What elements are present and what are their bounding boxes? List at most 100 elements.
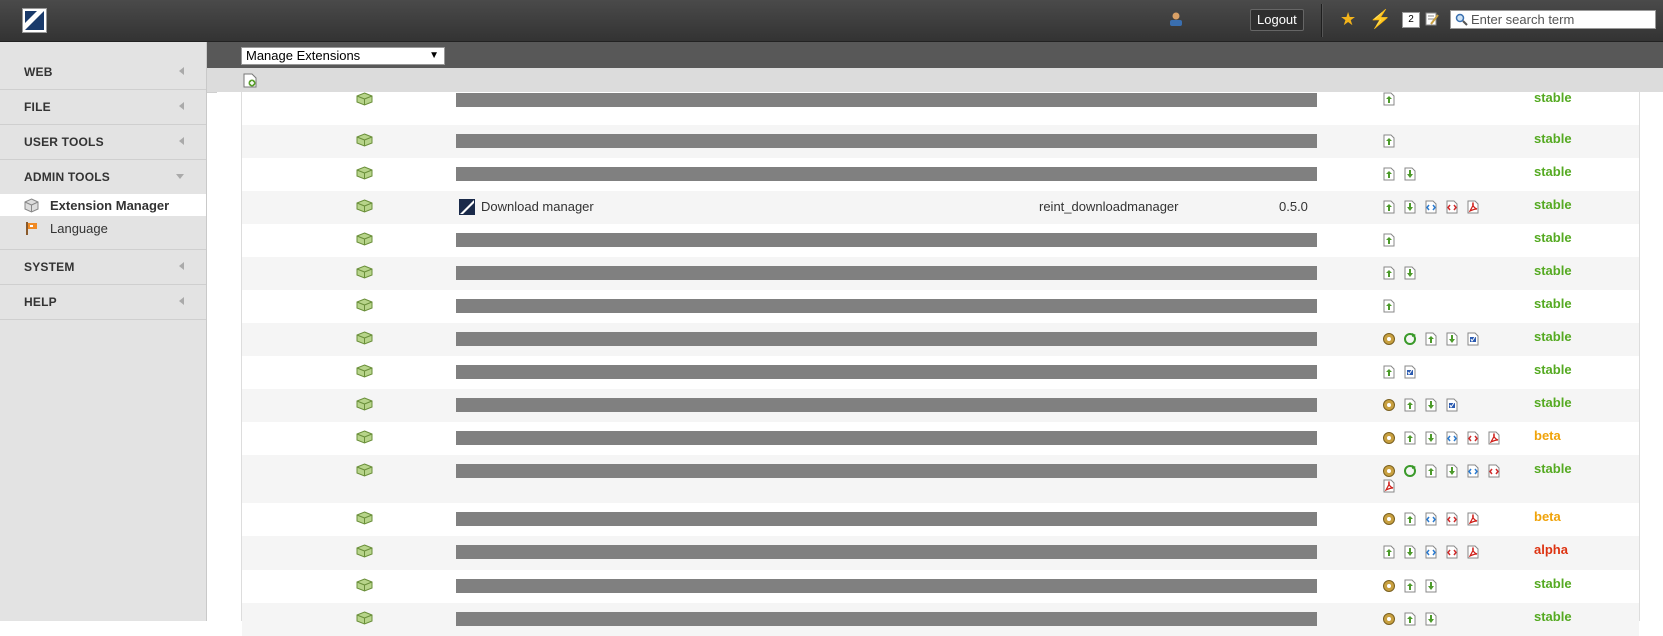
extension-title[interactable]: Download manager (481, 199, 594, 214)
configure-gear-icon[interactable] (1382, 398, 1396, 412)
import-icon[interactable] (1382, 365, 1396, 379)
download-icon[interactable] (1403, 266, 1417, 280)
pdf-icon[interactable] (1466, 512, 1480, 526)
pdf-icon[interactable] (1466, 200, 1480, 214)
new-document-icon[interactable] (243, 73, 257, 88)
download-icon[interactable] (1403, 167, 1417, 181)
extension-package-icon (356, 265, 373, 279)
view-code-icon[interactable] (1466, 464, 1480, 478)
import-icon[interactable] (1382, 299, 1396, 313)
extension-row[interactable]: stable (242, 257, 1639, 290)
nav-section-user-tools[interactable]: USER TOOLS (0, 125, 206, 160)
import-icon[interactable] (1382, 200, 1396, 214)
edit-code-icon[interactable] (1445, 200, 1459, 214)
extension-row[interactable]: stable (242, 90, 1639, 117)
pdf-icon[interactable] (1466, 545, 1480, 559)
edit-code-icon[interactable] (1466, 431, 1480, 445)
import-icon[interactable] (1403, 398, 1417, 412)
extension-row[interactable]: beta (242, 422, 1639, 455)
extension-row[interactable]: stable (242, 603, 1639, 636)
documentation-icon[interactable] (1403, 365, 1417, 379)
download-icon[interactable] (1424, 431, 1438, 445)
view-code-icon[interactable] (1424, 545, 1438, 559)
import-icon[interactable] (1382, 167, 1396, 181)
search-box[interactable] (1450, 10, 1656, 29)
sidebar-item-extension-manager[interactable]: Extension Manager (0, 194, 206, 216)
flash-icon[interactable]: ⚡ (1369, 9, 1391, 29)
nav-section-system[interactable]: SYSTEM (0, 249, 206, 285)
extension-row[interactable]: stable (242, 389, 1639, 422)
download-icon[interactable] (1424, 398, 1438, 412)
extension-row[interactable]: stable (242, 290, 1639, 323)
edit-note-icon[interactable] (1425, 12, 1439, 26)
extension-state-label: stable (1534, 362, 1572, 377)
pdf-icon[interactable] (1487, 431, 1501, 445)
user-icon[interactable] (1168, 11, 1184, 27)
extension-row[interactable]: stable (242, 356, 1639, 389)
download-icon[interactable] (1403, 545, 1417, 559)
import-icon[interactable] (1382, 92, 1396, 106)
download-icon[interactable] (1424, 612, 1438, 626)
documentation-icon[interactable] (1445, 398, 1459, 412)
extension-actions (1382, 92, 1522, 107)
edit-code-icon[interactable] (1445, 512, 1459, 526)
configure-gear-icon[interactable] (1382, 579, 1396, 593)
download-icon[interactable] (1403, 200, 1417, 214)
view-code-icon[interactable] (1424, 512, 1438, 526)
import-icon[interactable] (1403, 512, 1417, 526)
edit-code-icon[interactable] (1487, 464, 1501, 478)
extension-row[interactable]: Download manager reint_downloadmanager 0.5… (242, 191, 1639, 224)
extension-state-label: stable (1534, 263, 1572, 278)
update-icon[interactable] (1403, 464, 1417, 478)
download-icon[interactable] (1445, 332, 1459, 346)
import-icon[interactable] (1403, 431, 1417, 445)
extension-package-icon (356, 166, 373, 180)
update-icon[interactable] (1403, 332, 1417, 346)
nav-section-file[interactable]: FILE (0, 90, 206, 125)
configure-gear-icon[interactable] (1382, 431, 1396, 445)
download-icon[interactable] (1445, 464, 1459, 478)
import-icon[interactable] (1424, 332, 1438, 346)
extension-row[interactable]: alpha (242, 536, 1639, 570)
extension-row[interactable]: stable (242, 158, 1639, 191)
extension-actions (1382, 512, 1522, 527)
extension-row[interactable]: stable (242, 224, 1639, 257)
extension-actions (1382, 398, 1522, 413)
view-code-icon[interactable] (1424, 200, 1438, 214)
import-icon[interactable] (1382, 134, 1396, 148)
sidebar-item-language[interactable]: Language (0, 217, 206, 239)
extension-package-icon (356, 511, 373, 525)
documentation-icon[interactable] (1466, 332, 1480, 346)
nav-section-help[interactable]: HELP (0, 285, 206, 320)
extension-row[interactable]: stable (242, 570, 1639, 603)
nav-section-admin-tools[interactable]: ADMIN TOOLS (0, 160, 206, 195)
function-menu-select[interactable]: Manage Extensions ▼ (241, 47, 445, 65)
import-icon[interactable] (1382, 266, 1396, 280)
import-icon[interactable] (1424, 464, 1438, 478)
import-icon[interactable] (1382, 545, 1396, 559)
nav-section-web[interactable]: WEB (0, 55, 206, 90)
typo3-logo-icon[interactable] (22, 8, 47, 33)
download-icon[interactable] (1424, 579, 1438, 593)
import-icon[interactable] (1403, 612, 1417, 626)
extension-row[interactable]: beta (242, 503, 1639, 536)
import-icon[interactable] (1403, 579, 1417, 593)
pdf-icon[interactable] (1382, 479, 1396, 493)
extension-state-label: stable (1534, 576, 1572, 591)
edit-code-icon[interactable] (1445, 545, 1459, 559)
logout-button[interactable]: Logout (1250, 9, 1304, 31)
configure-gear-icon[interactable] (1382, 464, 1396, 478)
extension-row[interactable]: stable (242, 125, 1639, 158)
notes-count-badge[interactable]: 2 (1402, 12, 1420, 28)
extension-row[interactable]: stable (242, 455, 1639, 503)
configure-gear-icon[interactable] (1382, 512, 1396, 526)
view-code-icon[interactable] (1445, 431, 1459, 445)
language-flag-icon (26, 222, 37, 235)
configure-gear-icon[interactable] (1382, 612, 1396, 626)
configure-gear-icon[interactable] (1382, 332, 1396, 346)
extension-row[interactable]: stable (242, 323, 1639, 356)
import-icon[interactable] (1382, 233, 1396, 247)
search-input[interactable] (1471, 12, 1651, 27)
star-icon[interactable]: ★ (1340, 9, 1356, 29)
redacted-extension-details (456, 299, 1317, 313)
